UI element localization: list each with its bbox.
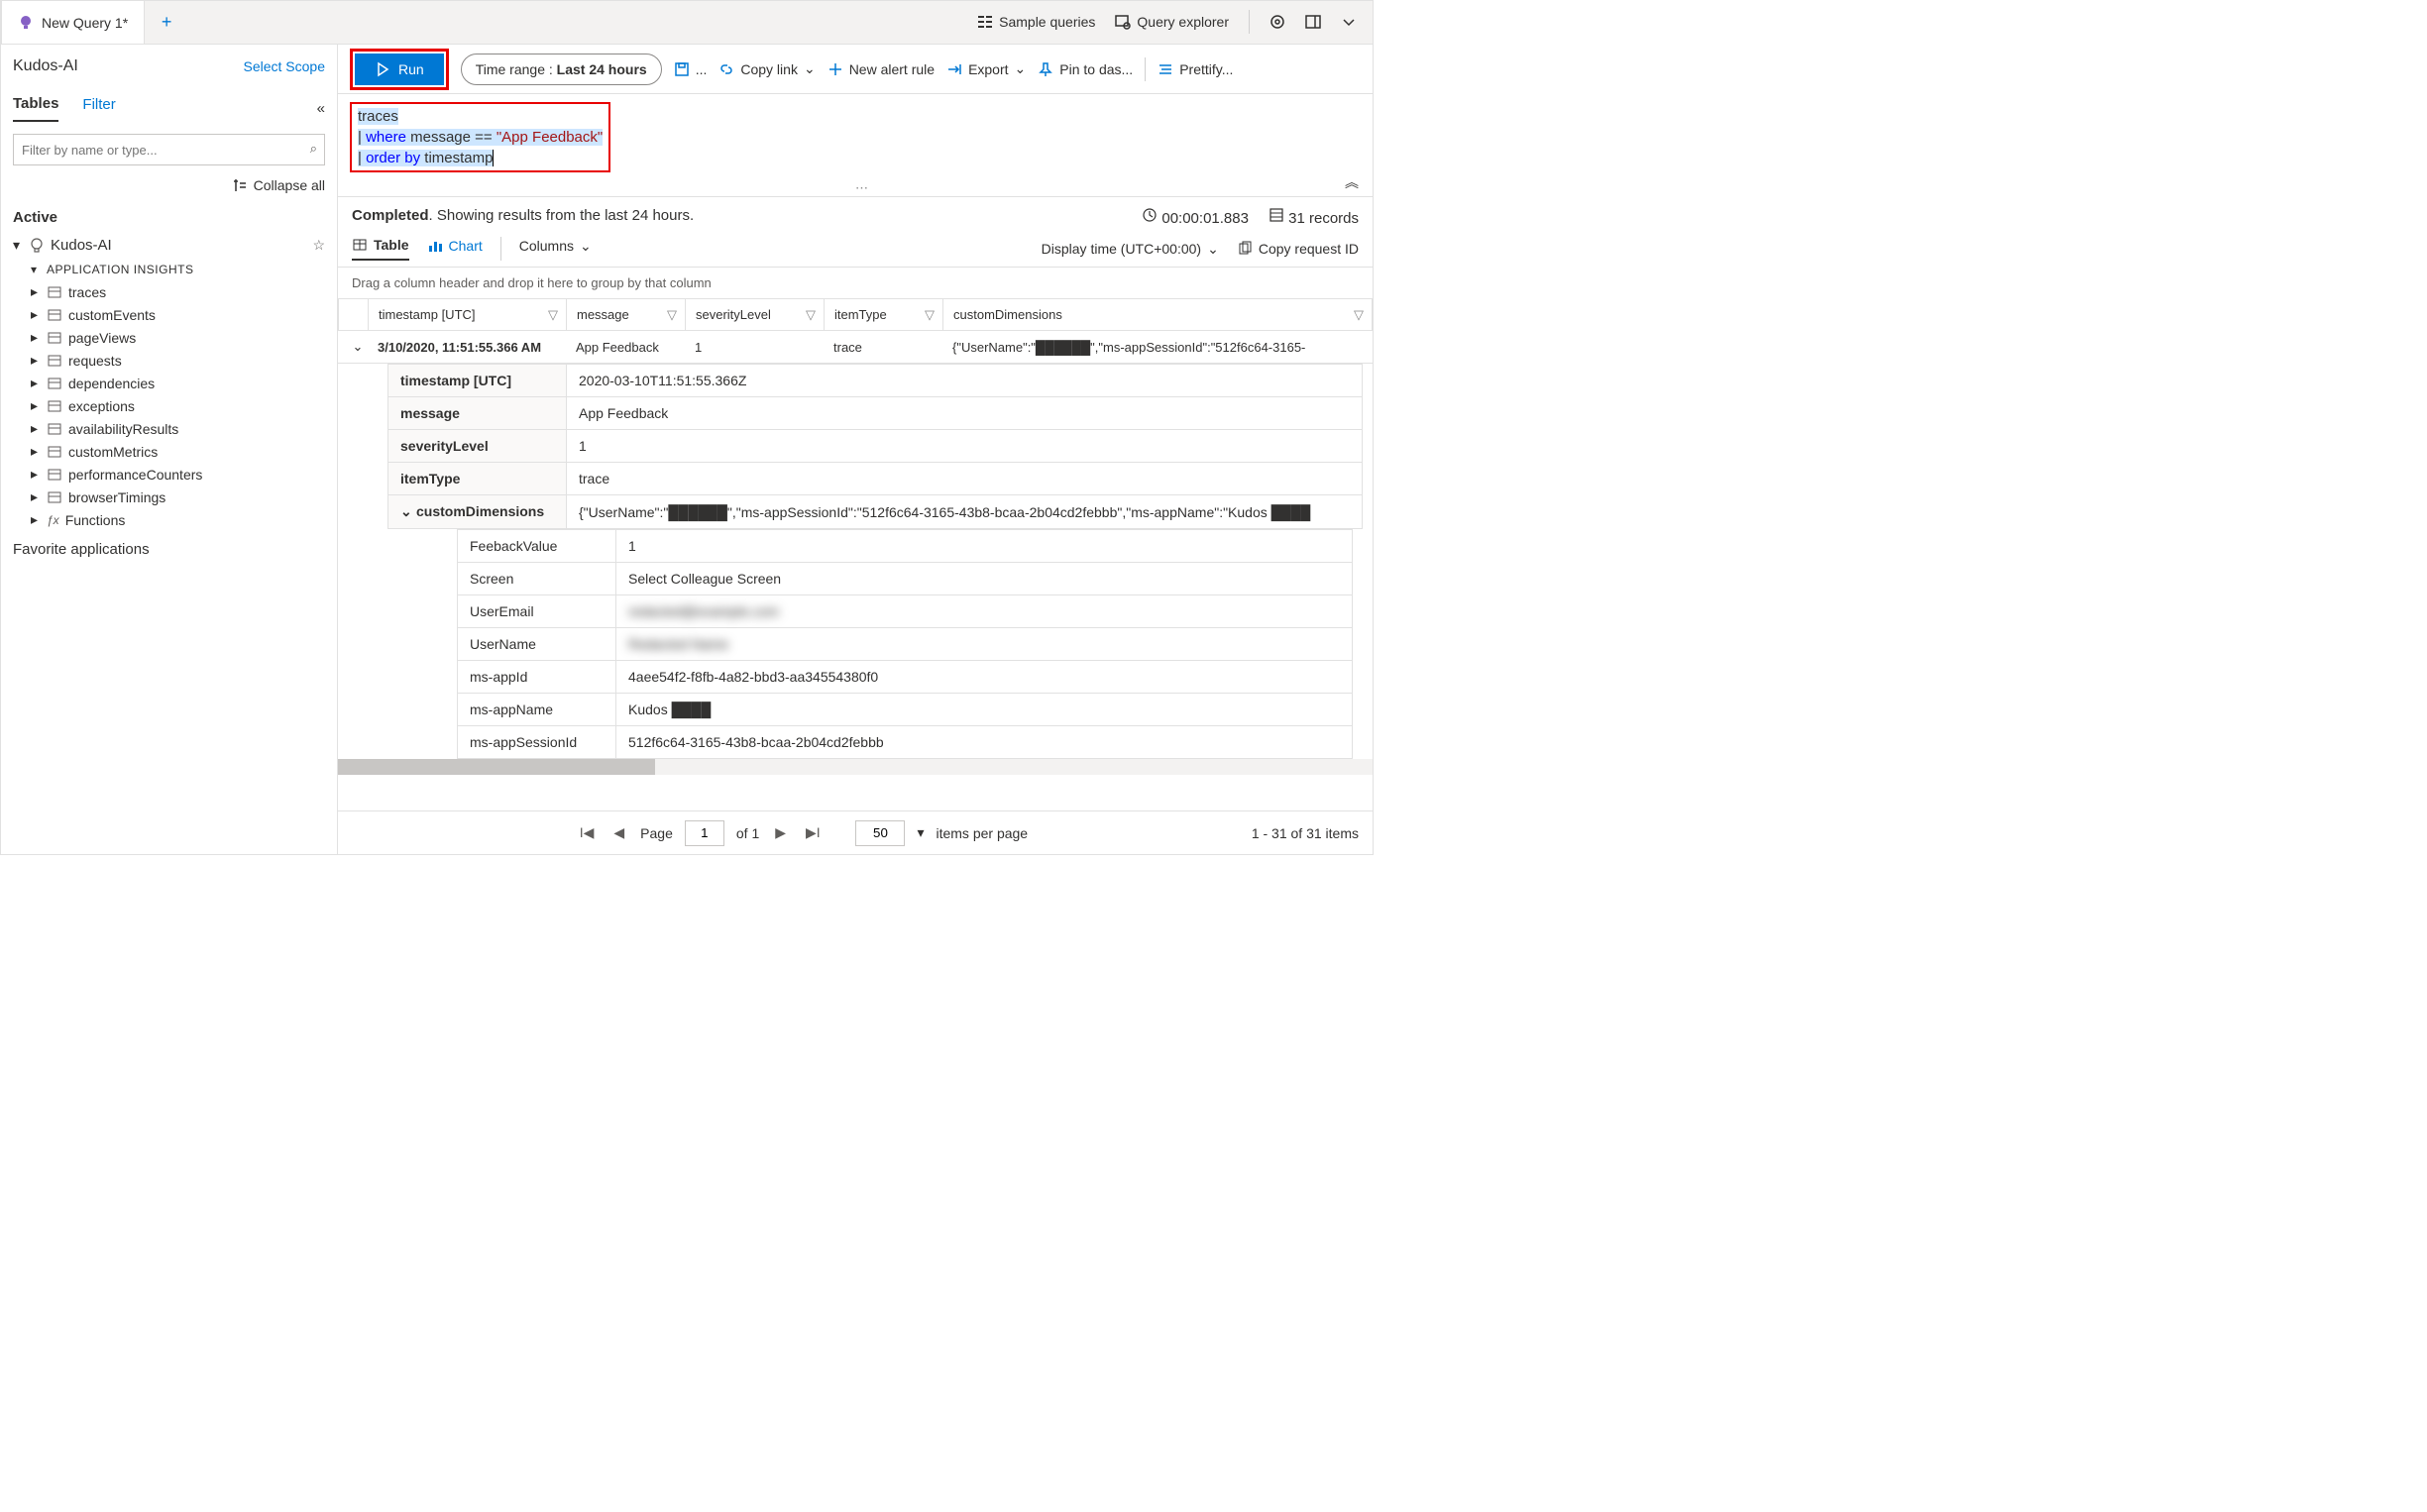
- resize-handle[interactable]: ⋯: [855, 180, 868, 196]
- column-header[interactable]: itemType▽: [825, 299, 943, 331]
- clock-icon: [1142, 207, 1158, 223]
- export-button[interactable]: Export ⌄: [946, 60, 1026, 77]
- collapse-editor-button[interactable]: ︽: [1345, 172, 1359, 192]
- status-bar: Completed. Showing results from the last…: [338, 197, 1373, 237]
- horizontal-scrollbar[interactable]: [338, 759, 1373, 775]
- filter-icon[interactable]: ▽: [806, 307, 816, 323]
- tree-root[interactable]: ▾ Kudos-AI ☆ ▾APPLICATION INSIGHTS ▸trac…: [13, 232, 325, 531]
- filter-icon[interactable]: ▽: [548, 307, 558, 323]
- top-bar: New Query 1* + Sample queries Query expl…: [1, 1, 1373, 45]
- expand-row-icon[interactable]: ⌄: [348, 339, 368, 355]
- table-icon: [352, 237, 368, 253]
- new-tab-button[interactable]: +: [145, 0, 188, 44]
- search-icon: ⌕: [310, 141, 317, 157]
- pager: I◀ ◀ Page of 1 ▶ ▶I ▾ items per page 1 -…: [338, 810, 1373, 854]
- chart-icon: [427, 238, 443, 254]
- gear-icon: [1269, 14, 1285, 30]
- tree-table-customEvents[interactable]: ▸customEvents: [31, 303, 325, 326]
- column-header[interactable]: timestamp [UTC]▽: [369, 299, 567, 331]
- query-toolbar: Run Time range : Last 24 hours ... Copy …: [338, 45, 1373, 94]
- chevron-down-button[interactable]: [1341, 14, 1357, 30]
- new-alert-button[interactable]: New alert rule: [827, 61, 935, 77]
- column-header[interactable]: customDimensions▽: [943, 299, 1373, 331]
- pin-icon: [1038, 61, 1053, 77]
- sample-queries-button[interactable]: Sample queries: [977, 14, 1095, 30]
- save-icon: [674, 61, 690, 77]
- collapse-sidebar-button[interactable]: «: [317, 100, 325, 117]
- tree-table-exceptions[interactable]: ▸exceptions: [31, 394, 325, 417]
- detail-table: timestamp [UTC]2020-03-10T11:51:55.366Z …: [387, 364, 1363, 529]
- collapse-all-button[interactable]: Collapse all: [1, 171, 337, 199]
- active-header: Active: [13, 209, 325, 226]
- explorer-icon: [1115, 14, 1131, 30]
- collapse-icon: [232, 177, 248, 193]
- query-time: 00:00:01.883: [1142, 207, 1249, 227]
- query-tab[interactable]: New Query 1*: [1, 0, 145, 44]
- search-input[interactable]: [13, 134, 325, 165]
- filter-icon[interactable]: ▽: [1354, 307, 1364, 323]
- prettify-button[interactable]: Prettify...: [1158, 61, 1233, 77]
- bulb-icon: [18, 15, 34, 31]
- column-header[interactable]: severityLevel▽: [686, 299, 825, 331]
- star-icon[interactable]: ☆: [312, 237, 325, 254]
- tree-table-dependencies[interactable]: ▸dependencies: [31, 372, 325, 394]
- plus-icon: [827, 61, 843, 77]
- settings-button[interactable]: [1269, 14, 1285, 30]
- query-editor[interactable]: traces | where message == "App Feedback"…: [338, 94, 1373, 197]
- favorites-header: Favorite applications: [13, 541, 325, 558]
- link-icon: [718, 61, 734, 77]
- sample-icon: [977, 14, 993, 30]
- tab-title: New Query 1*: [42, 15, 128, 31]
- format-icon: [1158, 61, 1173, 77]
- panel-icon: [1305, 14, 1321, 30]
- view-chart-tab[interactable]: Chart: [427, 238, 483, 260]
- sidebar: Kudos-AI Select Scope Tables Filter « ⌕ …: [1, 45, 338, 854]
- prev-page-button[interactable]: ◀: [609, 824, 628, 841]
- tree-table-browserTimings[interactable]: ▸browserTimings: [31, 486, 325, 508]
- tree-table-requests[interactable]: ▸requests: [31, 349, 325, 372]
- next-page-button[interactable]: ▶: [771, 824, 790, 841]
- records-icon: [1269, 207, 1284, 223]
- save-button[interactable]: ...: [674, 61, 708, 77]
- first-page-button[interactable]: I◀: [576, 824, 599, 841]
- tree-table-availabilityResults[interactable]: ▸availabilityResults: [31, 417, 325, 440]
- view-table-tab[interactable]: Table: [352, 237, 409, 261]
- chevron-down-icon: [1341, 14, 1357, 30]
- bulb-icon: [29, 238, 45, 254]
- export-icon: [946, 61, 962, 77]
- table-row[interactable]: ⌄ 3/10/2020, 11:51:55.366 AM App Feedbac…: [338, 331, 1373, 364]
- last-page-button[interactable]: ▶I: [802, 824, 825, 841]
- display-time-select[interactable]: Display time (UTC+00:00) ⌄: [1042, 241, 1219, 258]
- tree-table-traces[interactable]: ▸traces: [31, 280, 325, 303]
- tree-table-customMetrics[interactable]: ▸customMetrics: [31, 440, 325, 463]
- columns-button[interactable]: Columns ⌄: [519, 238, 592, 261]
- play-icon: [375, 61, 390, 77]
- filter-icon[interactable]: ▽: [925, 307, 935, 323]
- group-hint[interactable]: Drag a column header and drop it here to…: [338, 268, 1373, 299]
- copy-request-id-button[interactable]: Copy request ID: [1237, 241, 1359, 257]
- tree-table-pageViews[interactable]: ▸pageViews: [31, 326, 325, 349]
- tree-table-performanceCounters[interactable]: ▸performanceCounters: [31, 463, 325, 486]
- pin-button[interactable]: Pin to das...: [1038, 61, 1133, 77]
- page-size-select[interactable]: [855, 820, 905, 846]
- copy-link-button[interactable]: Copy link ⌄: [718, 60, 815, 77]
- time-range-selector[interactable]: Time range : Last 24 hours: [461, 54, 662, 85]
- custom-dimensions-table: FeebackValue1ScreenSelect Colleague Scre…: [457, 529, 1353, 759]
- select-scope-link[interactable]: Select Scope: [244, 58, 326, 74]
- filter-icon[interactable]: ▽: [667, 307, 677, 323]
- column-header[interactable]: message▽: [567, 299, 686, 331]
- results-grid: timestamp [UTC]▽message▽severityLevel▽it…: [338, 299, 1373, 810]
- run-button[interactable]: Run: [355, 54, 444, 85]
- copy-icon: [1237, 241, 1253, 257]
- page-range: 1 - 31 of 31 items: [1252, 825, 1359, 841]
- scope-name: Kudos-AI: [13, 57, 78, 75]
- panel-button[interactable]: [1305, 14, 1321, 30]
- tab-tables[interactable]: Tables: [13, 95, 58, 122]
- tab-filter[interactable]: Filter: [82, 96, 115, 121]
- page-input[interactable]: [685, 820, 724, 846]
- record-count: 31 records: [1269, 207, 1359, 227]
- tree-category[interactable]: ▾APPLICATION INSIGHTS: [13, 259, 325, 280]
- tree-functions[interactable]: ▸ƒxFunctions: [31, 508, 325, 531]
- query-explorer-button[interactable]: Query explorer: [1115, 14, 1229, 30]
